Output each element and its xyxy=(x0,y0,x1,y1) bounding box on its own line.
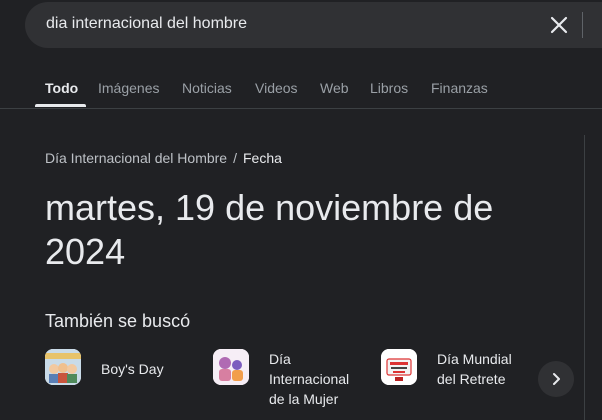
breadcrumb: Día Internacional del Hombre / Fecha xyxy=(45,150,282,166)
also-searched-title: También se buscó xyxy=(45,311,191,331)
tab-todo[interactable]: Todo xyxy=(45,80,78,96)
search-input[interactable]: dia internacional del hombre xyxy=(46,15,247,33)
boys-day-thumbnail xyxy=(45,349,81,385)
answer-date: martes, 19 de noviembre de 2024 xyxy=(45,186,545,274)
close-icon[interactable] xyxy=(547,13,571,37)
active-tab-indicator xyxy=(35,104,86,107)
search-tabs: Todo Imágenes Noticias Videos Web Libros… xyxy=(0,72,602,109)
search-bar-divider xyxy=(582,12,583,38)
related-item-dia-retrete[interactable]: Día Mundial del Retrete xyxy=(381,349,531,419)
related-item-dia-mujer[interactable]: Día Internacional de la Mujer xyxy=(213,349,363,419)
tab-web[interactable]: Web xyxy=(320,80,349,96)
chevron-right-icon[interactable] xyxy=(538,361,574,397)
related-item-label: Día Internacional de la Mujer xyxy=(269,351,350,407)
answer-line-1: martes, 19 de noviembre de xyxy=(45,187,494,228)
tab-noticias[interactable]: Noticias xyxy=(182,80,232,96)
dia-mujer-thumbnail xyxy=(213,349,249,385)
tab-libros[interactable]: Libros xyxy=(370,80,408,96)
tab-imagenes[interactable]: Imágenes xyxy=(98,80,159,96)
breadcrumb-separator: / xyxy=(233,150,237,166)
panel-divider xyxy=(584,135,585,420)
tabs-divider xyxy=(0,108,602,109)
breadcrumb-attribute: Fecha xyxy=(243,150,282,166)
tab-videos[interactable]: Videos xyxy=(255,80,298,96)
answer-line-2: 2024 xyxy=(45,231,126,272)
dia-retrete-thumbnail xyxy=(381,349,417,385)
related-item-label: Boy's Day xyxy=(101,361,164,377)
search-bar[interactable]: dia internacional del hombre xyxy=(25,2,602,48)
related-item-label: Día Mundial del Retrete xyxy=(437,351,512,387)
tab-finanzas[interactable]: Finanzas xyxy=(431,80,488,96)
breadcrumb-entity[interactable]: Día Internacional del Hombre xyxy=(45,150,227,166)
related-item-boys-day[interactable]: Boy's Day xyxy=(45,349,195,419)
